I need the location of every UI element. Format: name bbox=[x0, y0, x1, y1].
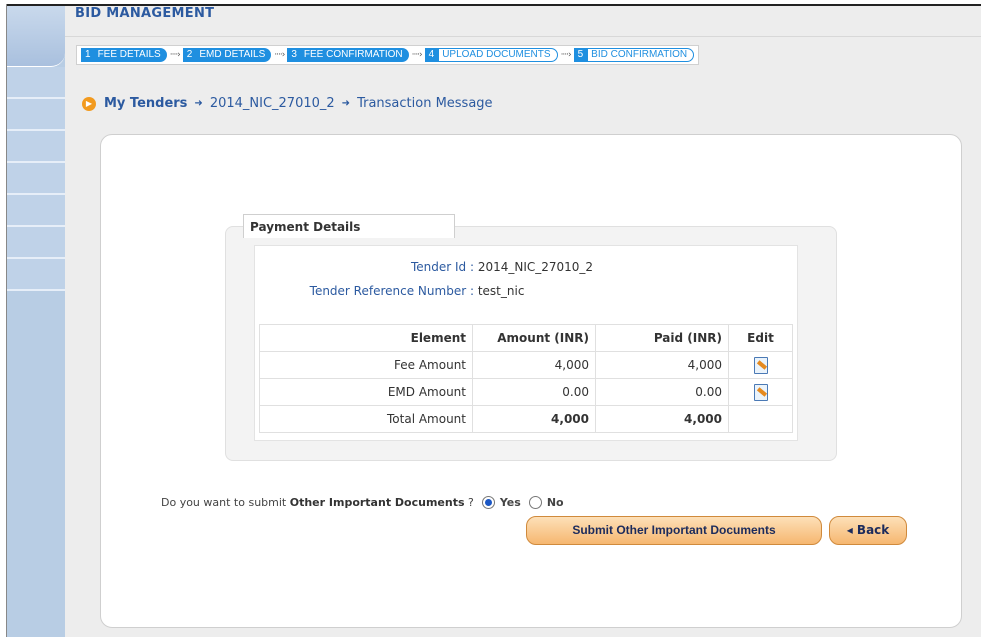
step-number: 5 bbox=[573, 48, 588, 62]
tender-id-label: Tender Id : bbox=[410, 260, 474, 274]
payment-details-body: Tender Id : 2014_NIC_27010_2 Tender Refe… bbox=[254, 245, 798, 441]
tender-id-row: Tender Id : 2014_NIC_27010_2 bbox=[261, 260, 593, 274]
sidebar-item[interactable] bbox=[7, 163, 65, 195]
step-arrow-icon: ····› bbox=[560, 50, 572, 60]
cell-edit bbox=[728, 351, 793, 379]
sidebar-item[interactable] bbox=[7, 195, 65, 227]
sidebar bbox=[7, 6, 65, 637]
cell-amount: 4,000 bbox=[472, 405, 596, 433]
question-suffix: ? bbox=[468, 496, 474, 509]
step-emd-details[interactable]: 2 EMD DETAILS bbox=[182, 48, 272, 62]
no-label[interactable]: No bbox=[547, 496, 564, 509]
question-prefix: Do you want to submit bbox=[161, 496, 287, 509]
table-header-row: Element Amount (INR) Paid (INR) Edit bbox=[259, 324, 793, 352]
step-arrow-icon: ····› bbox=[169, 50, 181, 60]
question-bold: Other Important Documents bbox=[289, 496, 465, 509]
cell-amount: 0.00 bbox=[472, 378, 596, 406]
window-edge bbox=[0, 4, 7, 637]
table-row: Fee Amount 4,000 4,000 bbox=[259, 351, 793, 379]
edit-icon[interactable] bbox=[753, 357, 768, 374]
sidebar-item[interactable] bbox=[7, 131, 65, 163]
progress-steps: 1 FEE DETAILS ····› 2 EMD DETAILS ····› … bbox=[76, 45, 700, 65]
cell-paid: 4,000 bbox=[595, 405, 729, 433]
step-label: UPLOAD DOCUMENTS bbox=[438, 48, 558, 62]
edit-icon[interactable] bbox=[753, 384, 768, 401]
other-documents-question: Do you want to submit Other Important Do… bbox=[161, 496, 564, 509]
col-paid: Paid (INR) bbox=[595, 324, 729, 352]
step-upload-documents[interactable]: 4 UPLOAD DOCUMENTS bbox=[424, 48, 558, 62]
cell-edit bbox=[728, 378, 793, 406]
divider bbox=[65, 36, 981, 37]
sidebar-item[interactable] bbox=[7, 99, 65, 131]
table-row: EMD Amount 0.00 0.00 bbox=[259, 378, 793, 406]
breadcrumb-bullet-icon: ▶ bbox=[82, 96, 96, 111]
tender-ref-label: Tender Reference Number : bbox=[309, 284, 474, 298]
payment-table: Element Amount (INR) Paid (INR) Edit Fee… bbox=[259, 324, 793, 433]
back-button[interactable]: ◂ Back bbox=[829, 516, 907, 545]
breadcrumb: ▶ My Tenders ➜ 2014_NIC_27010_2 ➜ Transa… bbox=[82, 96, 493, 111]
step-label: FEE CONFIRMATION bbox=[300, 48, 409, 62]
payment-details-panel: Tender Id : 2014_NIC_27010_2 Tender Refe… bbox=[225, 226, 837, 461]
col-amount: Amount (INR) bbox=[472, 324, 596, 352]
sidebar-item[interactable] bbox=[7, 67, 65, 99]
tender-id-value: 2014_NIC_27010_2 bbox=[477, 260, 594, 274]
breadcrumb-my-tenders[interactable]: My Tenders bbox=[104, 96, 187, 111]
step-label: BID CONFIRMATION bbox=[587, 48, 695, 62]
step-fee-confirmation[interactable]: 3 FEE CONFIRMATION bbox=[287, 48, 409, 62]
yes-label[interactable]: Yes bbox=[500, 496, 521, 509]
cell-paid: 4,000 bbox=[595, 351, 729, 379]
step-label: FEE DETAILS bbox=[94, 48, 167, 62]
tender-ref-value: test_nic bbox=[477, 284, 525, 298]
step-arrow-icon: ····› bbox=[411, 50, 423, 60]
step-bid-confirmation[interactable]: 5 BID CONFIRMATION bbox=[573, 48, 695, 62]
step-number: 1 bbox=[81, 48, 95, 62]
breadcrumb-tender-id[interactable]: 2014_NIC_27010_2 bbox=[210, 96, 335, 111]
sidebar-item[interactable] bbox=[7, 227, 65, 259]
payment-details-title: Payment Details bbox=[243, 214, 455, 238]
sidebar-item[interactable] bbox=[7, 259, 65, 291]
step-number: 4 bbox=[424, 48, 439, 62]
cell-paid: 0.00 bbox=[595, 378, 729, 406]
cell-amount: 4,000 bbox=[472, 351, 596, 379]
step-number: 3 bbox=[287, 48, 301, 62]
step-number: 2 bbox=[182, 48, 197, 62]
step-arrow-icon: ····› bbox=[274, 50, 285, 60]
step-label: EMD DETAILS bbox=[196, 48, 272, 62]
cell-element: EMD Amount bbox=[259, 378, 473, 406]
submit-other-documents-button[interactable]: Submit Other Important Documents bbox=[526, 516, 822, 545]
col-edit: Edit bbox=[728, 324, 793, 352]
breadcrumb-arrow-icon: ➜ bbox=[194, 98, 203, 109]
no-radio[interactable] bbox=[528, 496, 542, 509]
table-total-row: Total Amount 4,000 4,000 bbox=[259, 405, 793, 433]
yes-radio[interactable] bbox=[481, 496, 495, 509]
main-content: BID MANAGEMENT 1 FEE DETAILS ····› 2 EMD… bbox=[65, 6, 981, 637]
breadcrumb-current: Transaction Message bbox=[357, 96, 493, 111]
step-fee-details[interactable]: 1 FEE DETAILS bbox=[81, 48, 167, 62]
cell-element: Fee Amount bbox=[259, 351, 473, 379]
cell-element: Total Amount bbox=[259, 405, 473, 433]
breadcrumb-arrow-icon: ➜ bbox=[341, 98, 351, 109]
page-title: BID MANAGEMENT bbox=[75, 6, 215, 21]
col-element: Element bbox=[259, 324, 473, 352]
tender-ref-row: Tender Reference Number : test_nic bbox=[261, 284, 525, 298]
sidebar-header bbox=[7, 6, 65, 67]
cell-edit bbox=[728, 405, 793, 433]
